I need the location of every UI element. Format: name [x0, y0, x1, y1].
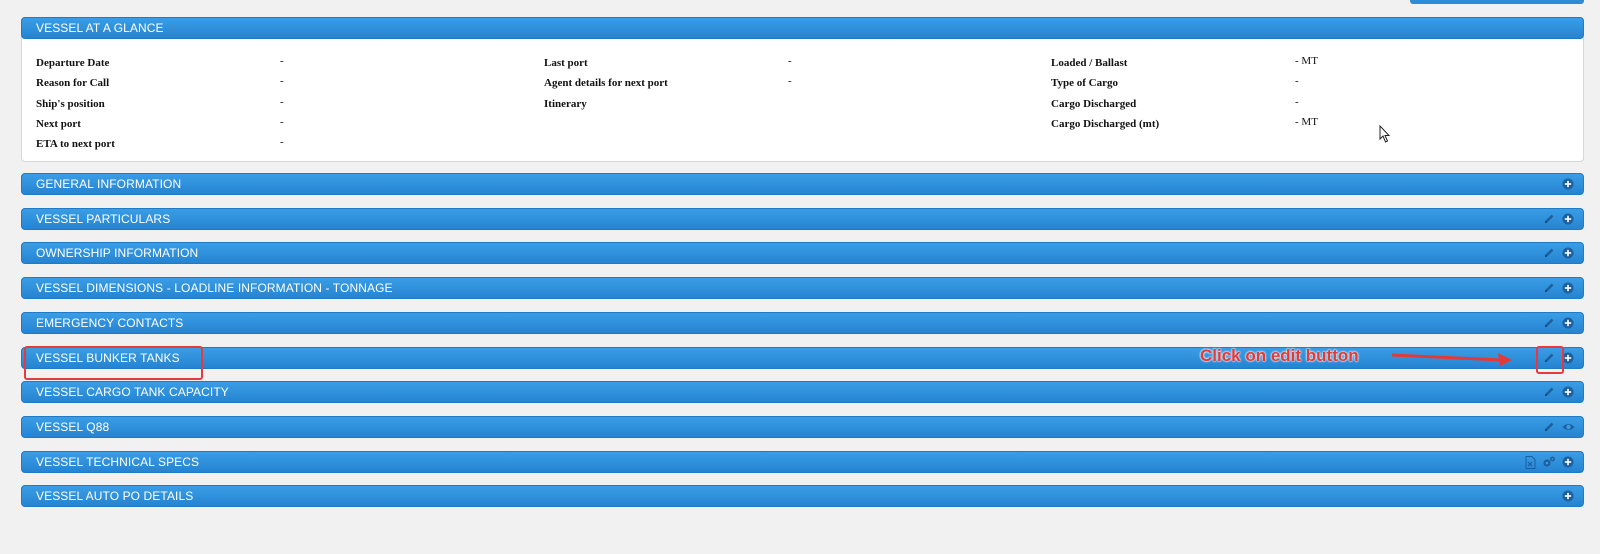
eye-icon[interactable] [1561, 420, 1575, 434]
section-title: VESSEL TECHNICAL SPECS [36, 455, 200, 469]
field-value: - [280, 116, 284, 128]
field-value: - MT [1295, 55, 1318, 67]
section-title: VESSEL CARGO TANK CAPACITY [36, 385, 229, 399]
plus-circle-icon[interactable] [1561, 212, 1575, 226]
field-label: Last port [544, 57, 588, 69]
plus-circle-icon[interactable] [1561, 246, 1575, 260]
section-actions [1561, 177, 1575, 191]
section-header-vessel-particulars[interactable]: VESSEL PARTICULARS [21, 208, 1584, 230]
plus-circle-icon[interactable] [1561, 455, 1575, 469]
title-highlight-box [24, 346, 203, 380]
section-title: OWNERSHIP INFORMATION [36, 246, 199, 260]
pencil-icon[interactable] [1542, 212, 1556, 226]
field-label: ETA to next port [36, 138, 115, 150]
field-value: - [1295, 75, 1299, 87]
section-title: VESSEL Q88 [36, 420, 110, 434]
pencil-icon[interactable] [1542, 246, 1556, 260]
field-value: - MT [1295, 116, 1318, 128]
mouse-cursor-icon [1379, 125, 1391, 143]
pencil-icon[interactable] [1542, 420, 1556, 434]
field-label: Cargo Discharged (mt) [1051, 118, 1160, 130]
plus-circle-icon[interactable] [1561, 489, 1575, 503]
field-value: - [280, 136, 284, 148]
pencil-icon[interactable] [1542, 316, 1556, 330]
section-actions [1561, 489, 1575, 503]
callout-arrow-icon [1391, 353, 1512, 366]
section-header-general-information[interactable]: GENERAL INFORMATION [21, 173, 1584, 195]
field-label: Reason for Call [36, 77, 110, 89]
excel-file-icon[interactable] [1523, 455, 1537, 469]
section-actions [1523, 455, 1575, 469]
field-value: - [280, 96, 284, 108]
field-label: Itinerary [544, 98, 587, 110]
field-label: Loaded / Ballast [1051, 57, 1128, 69]
section-actions [1542, 420, 1575, 434]
field-label: Agent details for next port [544, 77, 668, 89]
plus-circle-icon[interactable] [1561, 385, 1575, 399]
pencil-icon[interactable] [1542, 385, 1556, 399]
section-title: VESSEL DIMENSIONS - LOADLINE INFORMATION… [36, 281, 393, 295]
field-label: Next port [36, 118, 81, 130]
plus-circle-icon[interactable] [1561, 316, 1575, 330]
field-value: - [788, 75, 792, 87]
section-actions [1542, 281, 1575, 295]
section-header-ownership-information[interactable]: OWNERSHIP INFORMATION [21, 242, 1584, 264]
gears-icon[interactable] [1542, 455, 1556, 469]
edit-button-highlight-box [1536, 346, 1564, 374]
plus-circle-icon[interactable] [1561, 177, 1575, 191]
section-title: VESSEL AUTO PO DETAILS [36, 489, 194, 503]
section-header-vessel-technical-specs[interactable]: VESSEL TECHNICAL SPECS [21, 451, 1584, 473]
field-value: - [788, 55, 792, 67]
plus-circle-icon[interactable] [1561, 281, 1575, 295]
callout-text: Click on edit button [1200, 346, 1359, 365]
section-actions [1542, 212, 1575, 226]
field-label: Ship's position [36, 98, 105, 110]
section-header-vessel-q88[interactable]: VESSEL Q88 [21, 416, 1584, 438]
section-actions [1542, 385, 1575, 399]
field-value: - [1295, 96, 1299, 108]
vessel-at-a-glance-header[interactable]: VESSEL AT A GLANCE [21, 17, 1584, 39]
panel-title: VESSEL AT A GLANCE [36, 21, 164, 35]
section-title: VESSEL PARTICULARS [36, 212, 171, 226]
section-header-emergency-contacts[interactable]: EMERGENCY CONTACTS [21, 312, 1584, 334]
section-actions [1542, 316, 1575, 330]
pencil-icon[interactable] [1542, 281, 1556, 295]
section-header-vessel-dimensions-loadline-information-tonnage[interactable]: VESSEL DIMENSIONS - LOADLINE INFORMATION… [21, 277, 1584, 299]
section-title: EMERGENCY CONTACTS [36, 316, 184, 330]
section-actions [1542, 246, 1575, 260]
vessel-at-a-glance-panel: VESSEL AT A GLANCE Departure Date - Reason… [21, 17, 1584, 162]
top-action-button-edge[interactable] [1410, 0, 1584, 4]
field-value: - [280, 75, 284, 87]
field-value: - [280, 55, 284, 67]
field-label: Departure Date [36, 57, 110, 69]
field-label: Type of Cargo [1051, 77, 1119, 89]
section-title: GENERAL INFORMATION [36, 177, 182, 191]
section-header-vessel-cargo-tank-capacity[interactable]: VESSEL CARGO TANK CAPACITY [21, 381, 1584, 403]
section-header-vessel-auto-po-details[interactable]: VESSEL AUTO PO DETAILS [21, 485, 1584, 507]
field-label: Cargo Discharged [1051, 98, 1137, 110]
